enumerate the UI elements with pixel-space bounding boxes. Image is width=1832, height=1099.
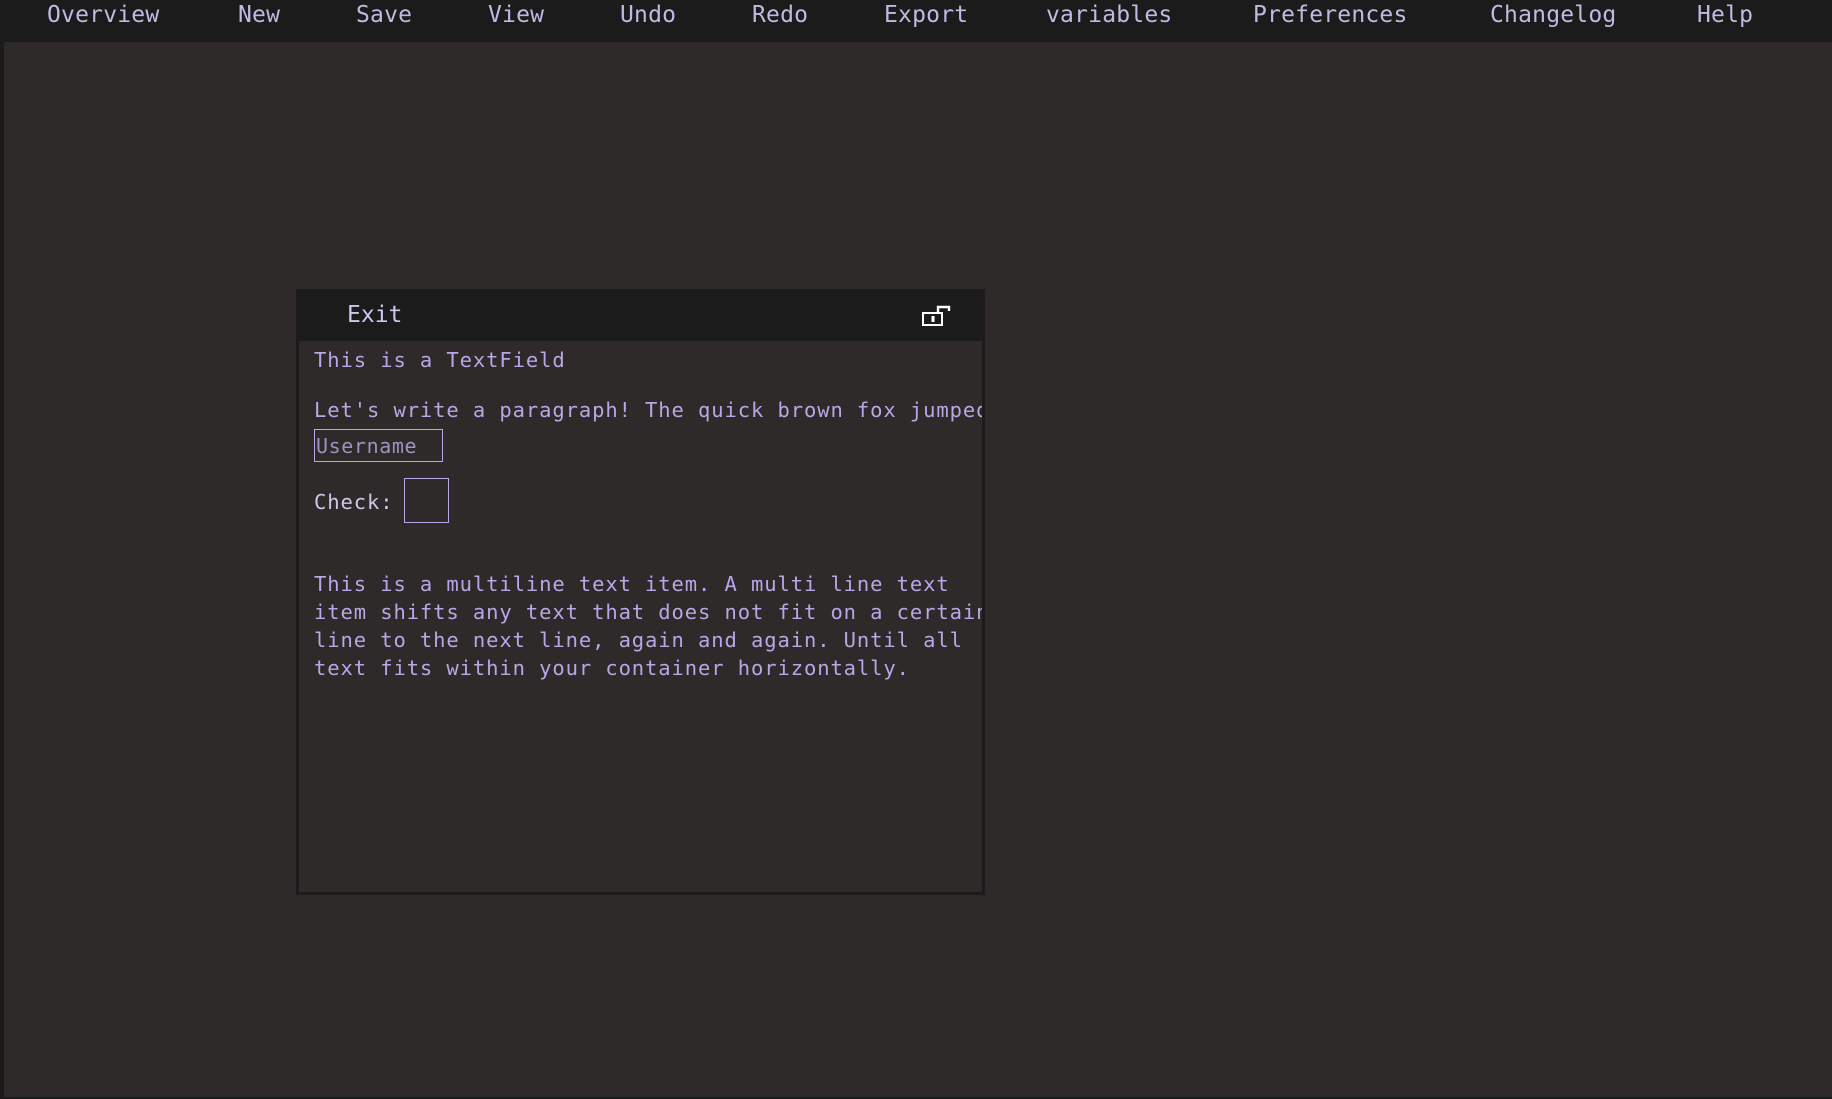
menu-changelog[interactable]: Changelog xyxy=(1490,0,1616,32)
window-titlebar[interactable]: Exit xyxy=(296,289,985,341)
exit-window: Exit This is a TextField Let's write a p… xyxy=(296,289,985,895)
check-label: Check: xyxy=(314,490,394,514)
menu-variables[interactable]: variables xyxy=(1046,0,1172,32)
multiline-text: This is a multiline text item. A multi l… xyxy=(314,570,982,682)
menu-preferences[interactable]: Preferences xyxy=(1253,0,1408,32)
menu-export[interactable]: Export xyxy=(884,0,968,32)
multiline-line: item shifts any text that does not fit o… xyxy=(314,600,982,624)
menubar: Overview New Save View Undo Redo Export … xyxy=(0,0,1832,42)
menu-save[interactable]: Save xyxy=(356,0,412,32)
menu-new[interactable]: New xyxy=(238,0,280,32)
paragraph-text: Let's write a paragraph! The quick brown… xyxy=(314,398,982,422)
multiline-line: This is a multiline text item. A multi l… xyxy=(314,572,950,596)
check-checkbox[interactable] xyxy=(404,478,449,523)
multiline-line: line to the next line, again and again. … xyxy=(314,628,963,652)
menu-view[interactable]: View xyxy=(488,0,544,32)
menu-overview[interactable]: Overview xyxy=(47,0,159,32)
username-input[interactable] xyxy=(314,429,443,462)
menu-redo[interactable]: Redo xyxy=(752,0,808,32)
window-content: This is a TextField Let's write a paragr… xyxy=(299,341,982,892)
textfield-label: This is a TextField xyxy=(314,348,566,372)
menu-help[interactable]: Help xyxy=(1697,0,1753,32)
menu-undo[interactable]: Undo xyxy=(620,0,676,32)
window-title: Exit xyxy=(347,302,403,328)
multiline-line: text fits within your container horizont… xyxy=(314,656,910,680)
unlocked-padlock-icon[interactable] xyxy=(922,305,952,327)
